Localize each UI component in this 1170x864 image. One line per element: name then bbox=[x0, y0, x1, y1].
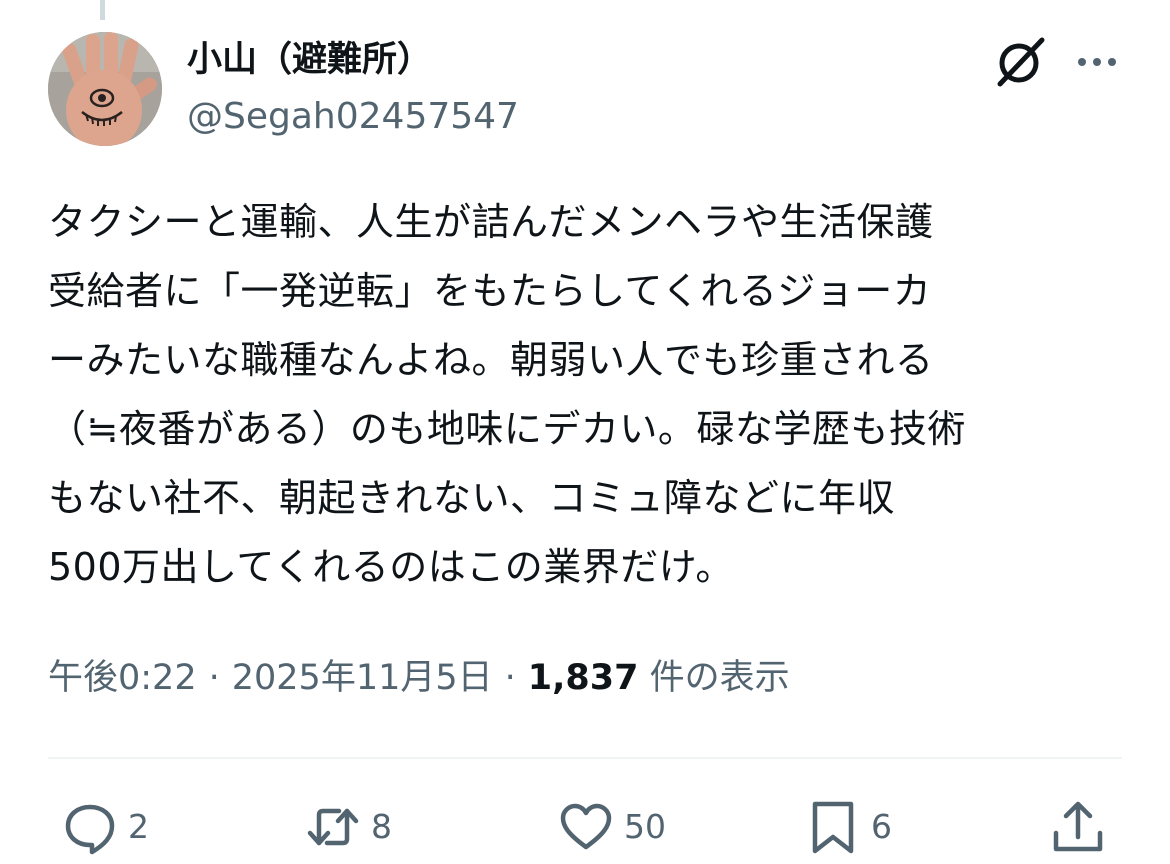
like-button[interactable]: 50 bbox=[558, 790, 666, 864]
reply-count: 2 bbox=[128, 807, 149, 846]
tweet-line: 受給者に「一発逆転」をもたらしてくれるジョーカ bbox=[48, 269, 932, 313]
tweet-line: ーみたいな職種なんよね。朝弱い人でも珍重される bbox=[48, 338, 934, 382]
like-icon bbox=[560, 803, 612, 850]
tweet-text: タクシーと運輸、人生が詰んだメンヘラや生活保護 受給者に「一発逆転」をもたらして… bbox=[48, 188, 1128, 602]
reply-button[interactable]: 2 bbox=[62, 790, 149, 864]
repost-icon bbox=[307, 808, 359, 846]
meta-separator: · bbox=[208, 658, 220, 698]
views-label: 件の表示 bbox=[649, 658, 790, 698]
repost-count: 8 bbox=[371, 807, 392, 846]
share-icon bbox=[1053, 801, 1103, 852]
user-handle[interactable]: @Segah02457547 bbox=[187, 95, 519, 139]
tweet-date[interactable]: 2025年11月5日 bbox=[232, 658, 493, 698]
action-bar: 2 8 50 6 bbox=[0, 790, 1170, 864]
repost-button[interactable]: 8 bbox=[305, 790, 392, 864]
tweet-line: 500万出してくれるのはこの業界だけ。 bbox=[48, 545, 734, 589]
more-icon[interactable] bbox=[1072, 42, 1122, 82]
bookmark-count: 6 bbox=[871, 807, 892, 846]
thread-connector-line bbox=[100, 0, 105, 20]
tweet-line: タクシーと運輸、人生が詰んだメンヘラや生活保護 bbox=[48, 200, 934, 244]
avatar-image bbox=[48, 32, 162, 146]
tweet-line: （≒夜番がある）のも地味にデカい。碌な学歴も技術 bbox=[48, 407, 966, 451]
bookmark-icon bbox=[812, 801, 854, 854]
views-count[interactable]: 1,837 bbox=[528, 658, 639, 698]
avatar[interactable] bbox=[48, 32, 162, 146]
tweet-line: もない社不、朝起きれない、コミュ障などに年収 bbox=[48, 476, 896, 520]
tweet-meta: 午後0:22 · 2025年11月5日 · 1,837 件の表示 bbox=[48, 652, 790, 704]
reply-icon bbox=[65, 804, 115, 855]
bookmark-button[interactable]: 6 bbox=[805, 790, 892, 864]
display-name[interactable]: 小山（避難所） bbox=[187, 38, 432, 82]
meta-separator: · bbox=[504, 658, 516, 698]
share-button[interactable] bbox=[1050, 790, 1106, 864]
grok-icon[interactable] bbox=[992, 34, 1048, 90]
like-count: 50 bbox=[624, 807, 666, 846]
divider bbox=[48, 757, 1122, 759]
tweet-time[interactable]: 午後0:22 bbox=[48, 658, 197, 698]
